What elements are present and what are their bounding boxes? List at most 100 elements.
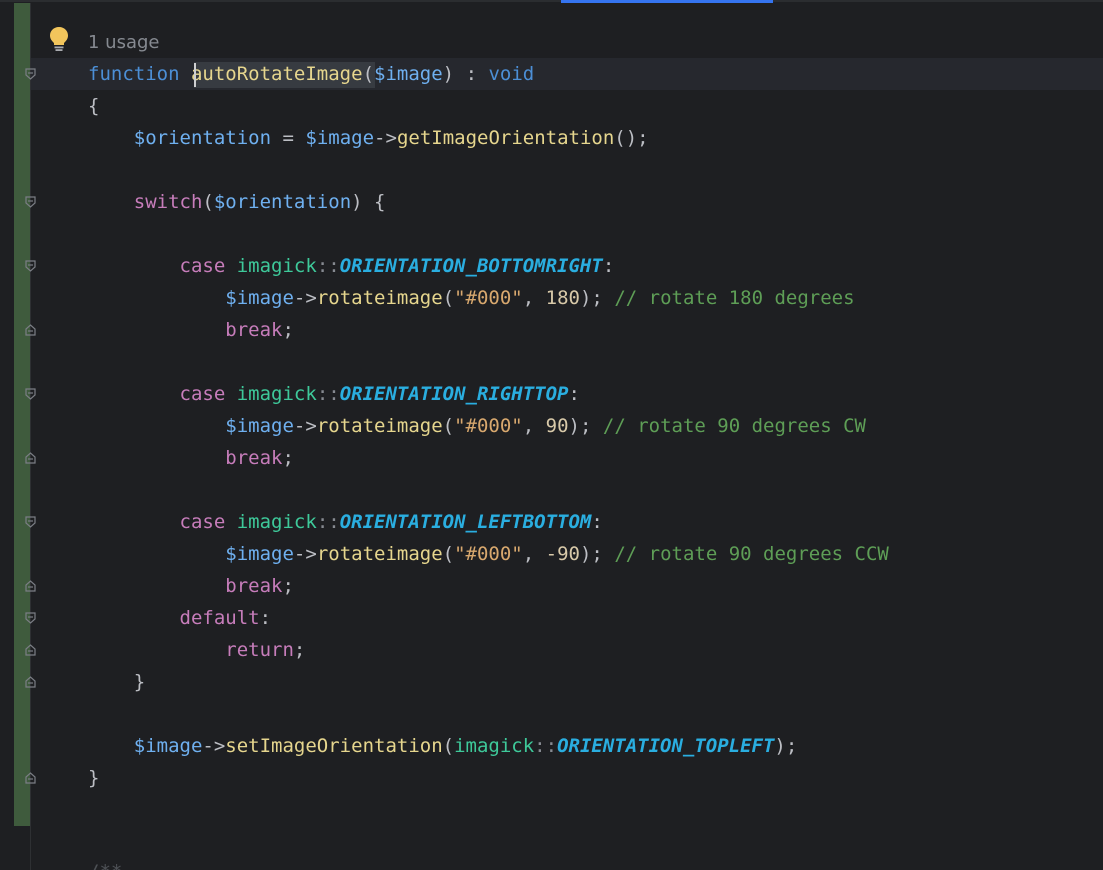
code-line[interactable]: return; [88, 634, 305, 666]
class-constant[interactable]: ORIENTATION_RIGHTTOP [340, 383, 569, 405]
close-brace: } [133, 671, 146, 693]
keyword-switch: switch [133, 191, 203, 213]
parameter[interactable]: $image [374, 63, 443, 85]
code-line[interactable]: function autoRotateImage($image) : void [88, 58, 534, 90]
class-constant[interactable]: ORIENTATION_LEFTBOTTOM [340, 511, 592, 533]
code-line[interactable]: case imagick::ORIENTATION_RIGHTTOP: [88, 378, 580, 410]
tab-bar-edge [0, 0, 1103, 2]
fold-close-icon[interactable] [25, 324, 36, 336]
fold-open-icon[interactable] [25, 388, 36, 400]
return-type: void [488, 63, 535, 85]
function-name[interactable]: autoRotateImage [191, 63, 363, 85]
method-call[interactable]: getImageOrientation [397, 127, 614, 149]
variable[interactable]: $image [225, 287, 294, 309]
code-line[interactable]: } [88, 666, 145, 698]
method-call[interactable]: setImageOrientation [225, 735, 442, 757]
comma: , [522, 543, 546, 565]
scope-operator: :: [316, 383, 340, 405]
fold-open-icon[interactable] [25, 260, 36, 272]
keyword-function: function [88, 63, 180, 85]
code-line[interactable]: } [88, 762, 99, 794]
keyword-case: case [179, 511, 226, 533]
colon: : [259, 607, 272, 629]
class-ref[interactable]: imagick [454, 735, 534, 757]
class-ref[interactable]: imagick [237, 383, 317, 405]
line-comment: // rotate 90 degrees CW [602, 415, 866, 437]
code-line[interactable]: $image->setImageOrientation(imagick::ORI… [88, 730, 798, 762]
arrow-operator: -> [374, 127, 397, 149]
paren: ( [442, 287, 455, 309]
code-line[interactable]: $orientation = $image->getImageOrientati… [88, 122, 649, 154]
keyword-case: case [179, 383, 226, 405]
variable[interactable]: $image [225, 543, 294, 565]
paren: ); [579, 287, 603, 309]
variable[interactable]: $orientation [134, 127, 271, 149]
fold-open-icon[interactable] [25, 68, 36, 80]
close-brace: } [88, 767, 100, 789]
code-line[interactable]: default: [88, 602, 272, 634]
code-line[interactable]: case imagick::ORIENTATION_LEFTBOTTOM: [88, 506, 603, 538]
fold-open-icon[interactable] [25, 612, 36, 624]
keyword-case: case [179, 255, 226, 277]
string-literal: "#000" [454, 415, 523, 437]
vcs-change-marker[interactable] [14, 3, 30, 826]
colon: : [591, 511, 603, 533]
method-call[interactable]: rotateimage [317, 543, 443, 565]
paren: ( [202, 191, 214, 213]
fold-close-icon[interactable] [25, 644, 36, 656]
line-comment: // rotate 180 degrees [614, 287, 855, 309]
arrow-operator: -> [293, 287, 317, 309]
variable[interactable]: $image [225, 415, 294, 437]
fold-close-icon[interactable] [25, 772, 36, 784]
arrow-operator: -> [293, 415, 317, 437]
variable[interactable]: $image [134, 735, 203, 757]
lightbulb-icon[interactable] [48, 26, 70, 57]
code-line[interactable]: $image->rotateimage("#000", -90); // rot… [88, 538, 889, 570]
code-line[interactable]: $image->rotateimage("#000", 90); // rota… [88, 410, 866, 442]
paren: ); [774, 735, 798, 757]
colon: : [568, 383, 580, 405]
method-call[interactable]: rotateimage [317, 287, 443, 309]
paren: ( [442, 415, 455, 437]
string-literal: "#000" [454, 287, 523, 309]
code-editor[interactable]: 1 usage function autoRotateImage($image)… [0, 0, 1103, 870]
comma: , [522, 287, 546, 309]
class-constant[interactable]: ORIENTATION_TOPLEFT [557, 735, 774, 757]
fold-close-icon[interactable] [25, 676, 36, 688]
method-call[interactable]: rotateimage [317, 415, 443, 437]
keyword-break: break [225, 319, 283, 341]
code-line[interactable]: { [88, 90, 99, 122]
assign-operator: = [282, 127, 294, 149]
keyword-return: return [225, 639, 294, 661]
paren: ( [442, 735, 455, 757]
fold-open-icon[interactable] [25, 516, 36, 528]
code-line[interactable]: switch($orientation) { [88, 186, 386, 218]
doc-comment-start[interactable]: /** [88, 856, 122, 870]
return-separator: : [465, 63, 478, 85]
string-literal: "#000" [454, 543, 523, 565]
active-tab-indicator[interactable] [561, 0, 773, 3]
semicolon: ; [282, 575, 294, 597]
variable[interactable]: $orientation [214, 191, 351, 213]
keyword-default: default [179, 607, 260, 629]
code-line[interactable]: break; [88, 442, 294, 474]
fold-close-icon[interactable] [25, 452, 36, 464]
code-line[interactable]: $image->rotateimage("#000", 180); // rot… [88, 282, 855, 314]
open-brace: { [88, 95, 100, 117]
semicolon: ; [282, 447, 294, 469]
comma: , [522, 415, 546, 437]
code-line[interactable]: case imagick::ORIENTATION_BOTTOMRIGHT: [88, 250, 615, 282]
fold-close-icon[interactable] [25, 580, 36, 592]
class-ref[interactable]: imagick [237, 511, 317, 533]
usage-count-hint[interactable]: 1 usage [88, 32, 160, 53]
code-line[interactable]: break; [88, 570, 294, 602]
semicolon: ; [293, 639, 306, 661]
arrow-operator: -> [293, 543, 317, 565]
code-line[interactable]: break; [88, 314, 294, 346]
variable[interactable]: $image [305, 127, 374, 149]
class-ref[interactable]: imagick [237, 255, 317, 277]
paren: ( [442, 543, 455, 565]
fold-open-icon[interactable] [25, 196, 36, 208]
scope-operator: :: [316, 255, 340, 277]
class-constant[interactable]: ORIENTATION_BOTTOMRIGHT [340, 255, 603, 277]
